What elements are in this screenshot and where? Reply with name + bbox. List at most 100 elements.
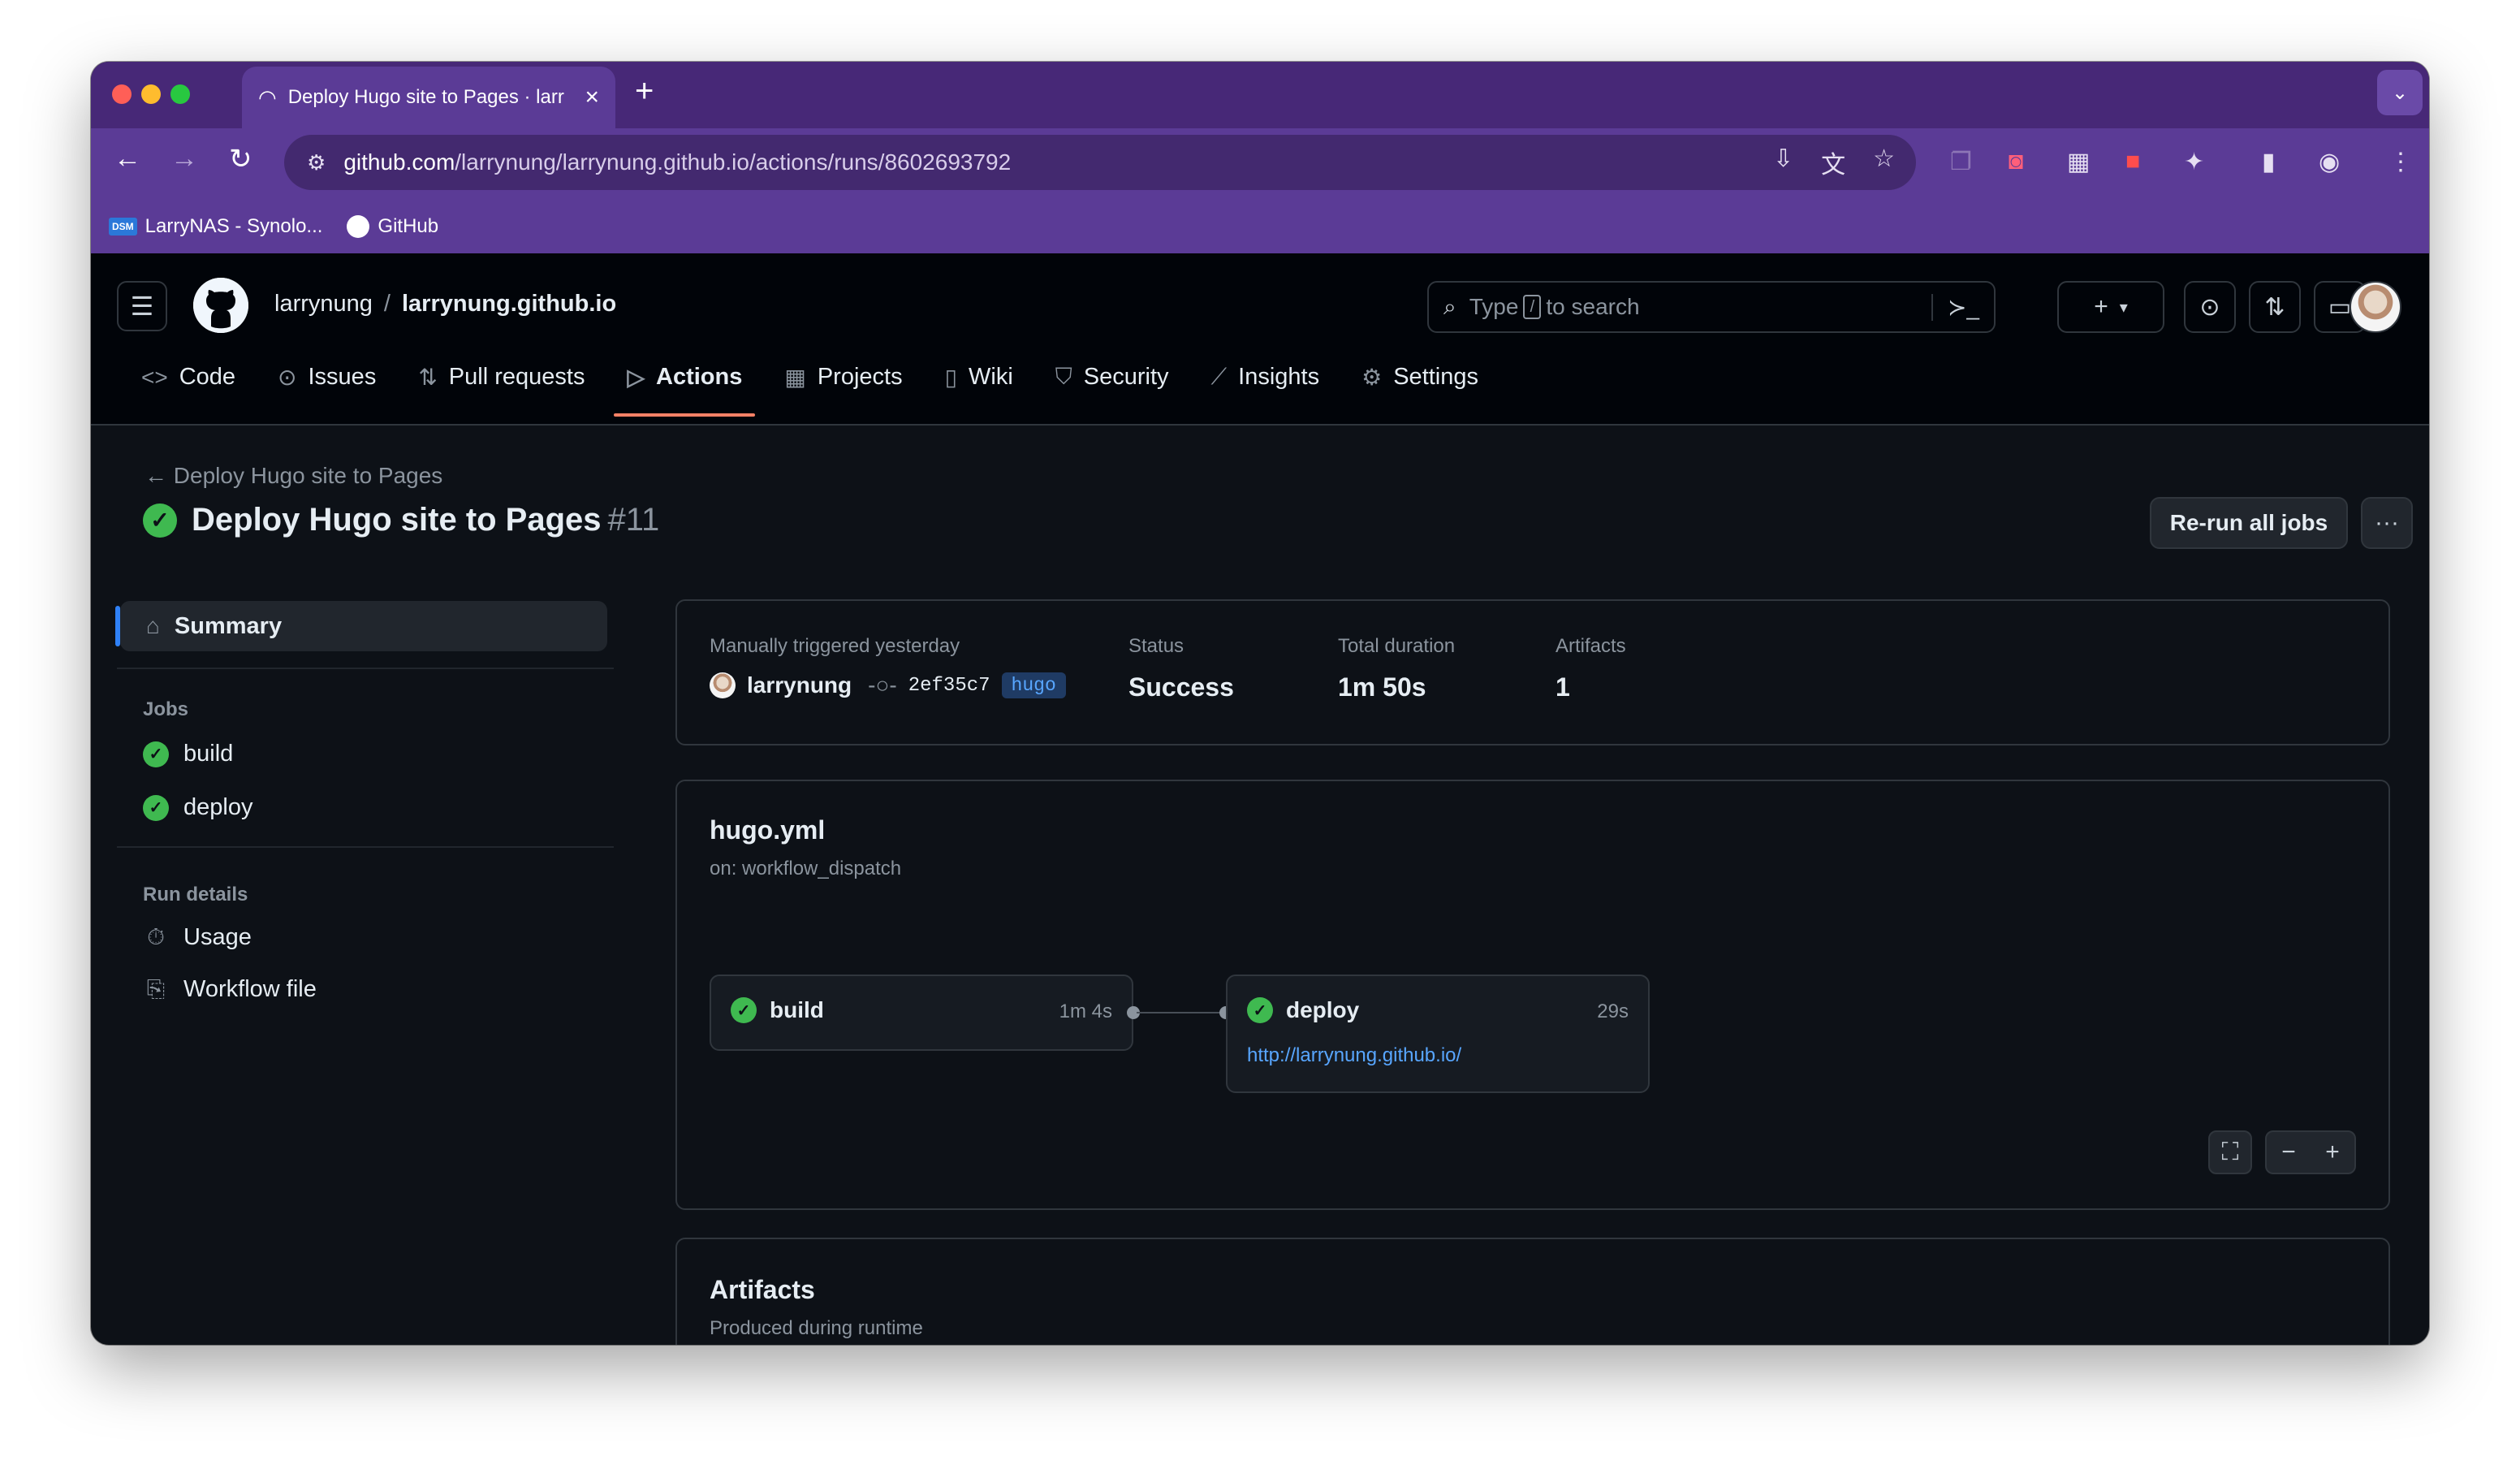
user-avatar[interactable] bbox=[2350, 281, 2401, 333]
job-card-build[interactable]: ✓ build 1m 4s bbox=[710, 975, 1133, 1051]
home-icon: ⌂ bbox=[146, 613, 160, 638]
job-card-deploy[interactable]: ✓ deploy 29s http://larrynung.github.io/ bbox=[1226, 975, 1650, 1093]
job-duration: 1m 4s bbox=[1059, 1000, 1112, 1022]
branch-badge[interactable]: hugo bbox=[1001, 672, 1066, 698]
browser-tab[interactable]: ◠ Deploy Hugo site to Pages · larrynung/… bbox=[242, 67, 615, 128]
success-check-icon: ✓ bbox=[143, 503, 177, 538]
reload-icon[interactable]: ↻ bbox=[229, 143, 252, 175]
back-icon[interactable]: ← bbox=[114, 143, 141, 175]
bookmark-github[interactable]: GitHub bbox=[347, 215, 438, 238]
jobs-heading: Jobs bbox=[143, 698, 189, 720]
code-icon: <> bbox=[141, 364, 168, 390]
repo-name-link[interactable]: larrynung.github.io bbox=[402, 291, 616, 317]
deployment-url-link[interactable]: http://larrynung.github.io/ bbox=[1247, 1044, 1461, 1067]
tab-security[interactable]: ⛉ Security bbox=[1042, 356, 1182, 417]
workflow-graph-panel: hugo.yml on: workflow_dispatch ✓ build 1m… bbox=[675, 780, 2390, 1210]
site-info-icon[interactable]: ⚙ bbox=[307, 150, 326, 175]
success-check-icon: ✓ bbox=[143, 794, 169, 821]
page-title: ✓ Deploy Hugo site to Pages #11 bbox=[143, 502, 659, 538]
owner-link[interactable]: larrynung bbox=[274, 291, 373, 317]
translate-icon[interactable]: 文 bbox=[1821, 145, 1845, 180]
tab-code[interactable]: <> Code bbox=[128, 356, 248, 417]
qr-code-icon[interactable]: ▦ bbox=[2067, 148, 2090, 176]
loading-icon: ◠ bbox=[258, 84, 277, 110]
pull-requests-icon[interactable]: ⇅ bbox=[2249, 281, 2301, 333]
browser-toolbar: ← → ↻ ⚙ github.com/larrynung/larrynung.g… bbox=[91, 128, 2429, 200]
tab-actions[interactable]: ▷ Actions bbox=[614, 356, 756, 417]
tab-projects[interactable]: ▦ Projects bbox=[771, 356, 915, 417]
github-logo-icon[interactable] bbox=[193, 278, 248, 333]
search-input[interactable]: ⌕ Type / to search ≻_ bbox=[1427, 281, 1996, 333]
job-duration: 29s bbox=[1597, 1000, 1629, 1022]
command-palette-icon[interactable]: ≻_ bbox=[1931, 293, 1979, 321]
close-tab-icon[interactable]: × bbox=[585, 84, 599, 111]
artifacts-count[interactable]: 1 bbox=[1556, 672, 1626, 702]
hamburger-menu-button[interactable]: ☰ bbox=[117, 281, 167, 331]
create-new-button[interactable]: + ▾ bbox=[2057, 281, 2164, 333]
browser-menu-icon[interactable]: ⋮ bbox=[2388, 148, 2413, 176]
sidebar-job-deploy[interactable]: ✓ deploy bbox=[143, 794, 252, 821]
tab-settings[interactable]: ⚙ Settings bbox=[1348, 356, 1491, 417]
workflow-file-name: hugo.yml bbox=[710, 815, 826, 845]
fullscreen-icon[interactable]: ⛶ bbox=[2208, 1130, 2252, 1174]
forward-icon[interactable]: → bbox=[170, 143, 198, 175]
graph-icon: ⟋ bbox=[1210, 364, 1228, 389]
play-icon: ▷ bbox=[627, 365, 645, 390]
url-text[interactable]: github.com/larrynung/larrynung.github.io… bbox=[343, 149, 1011, 175]
success-check-icon: ✓ bbox=[1247, 997, 1273, 1023]
issues-icon[interactable]: ⊙ bbox=[2184, 281, 2236, 333]
pull-request-icon: ⇅ bbox=[418, 365, 438, 390]
side-panel-icon[interactable]: ▮ bbox=[2262, 148, 2276, 176]
more-options-button[interactable]: ··· bbox=[2361, 497, 2413, 549]
sidebar-item-workflow-file[interactable]: ⎘ Workflow file bbox=[143, 976, 317, 1003]
repo-breadcrumb: larrynung / larrynung.github.io bbox=[274, 291, 617, 317]
address-bar[interactable]: ⚙ github.com/larrynung/larrynung.github.… bbox=[284, 135, 1916, 190]
new-tab-button[interactable]: + bbox=[635, 73, 654, 110]
close-window-button[interactable] bbox=[112, 84, 132, 104]
zoom-window-button[interactable] bbox=[170, 84, 190, 104]
table-icon: ▦ bbox=[784, 365, 806, 390]
sidebar-job-build[interactable]: ✓ build bbox=[143, 741, 233, 767]
artifacts-info: Artifacts 1 bbox=[1556, 635, 1626, 702]
tab-pull-requests[interactable]: ⇅ Pull requests bbox=[405, 356, 598, 417]
bookmark-larrynas[interactable]: DSM LarryNAS - Synolo... bbox=[109, 215, 322, 238]
divider bbox=[117, 846, 614, 848]
actor-link[interactable]: larrynung bbox=[747, 672, 852, 698]
success-check-icon: ✓ bbox=[731, 997, 757, 1023]
tab-strip: ◠ Deploy Hugo site to Pages · larrynung/… bbox=[91, 62, 2429, 128]
back-to-workflow-link[interactable]: ← Deploy Hugo site to Pages bbox=[145, 463, 442, 489]
tab-insights[interactable]: ⟋ Insights bbox=[1198, 356, 1333, 417]
stopwatch-icon: ⏱ bbox=[147, 924, 165, 949]
gear-icon: ⚙ bbox=[1361, 365, 1383, 390]
success-check-icon: ✓ bbox=[143, 741, 169, 767]
book-icon: ▯ bbox=[944, 365, 957, 390]
repo-nav: <> Code ⊙ Issues ⇅ Pull requests ▷ Actions ▦… bbox=[128, 356, 1508, 417]
bookmarks-bar: DSM LarryNAS - Synolo... GitHub bbox=[91, 200, 2429, 253]
shield-icon: ⛉ bbox=[1055, 364, 1072, 389]
sidebar-item-summary[interactable]: ⌂ Summary bbox=[115, 601, 607, 651]
pocket-icon[interactable]: ◙ bbox=[2009, 148, 2023, 175]
zoom-out-icon[interactable]: − bbox=[2267, 1139, 2311, 1166]
sidebar-item-usage[interactable]: ⏱ Usage bbox=[143, 924, 252, 951]
duration-value: 1m 50s bbox=[1338, 672, 1426, 702]
run-details-heading: Run details bbox=[143, 884, 248, 905]
minimize-window-button[interactable] bbox=[141, 84, 161, 104]
zoom-in-icon[interactable]: + bbox=[2311, 1139, 2354, 1166]
issue-icon: ⊙ bbox=[278, 365, 297, 390]
extension-red-icon[interactable]: ■ bbox=[2125, 148, 2140, 175]
dsm-icon: DSM bbox=[109, 218, 137, 236]
zoom-controls: − + bbox=[2265, 1130, 2356, 1174]
rerun-all-jobs-button[interactable]: Re-run all jobs bbox=[2150, 497, 2348, 549]
search-icon: ⌕ bbox=[1443, 293, 1456, 319]
install-app-icon[interactable]: ⇩ bbox=[1773, 145, 1793, 180]
tab-issues[interactable]: ⊙ Issues bbox=[265, 356, 389, 417]
tab-search-button[interactable]: ⌄ bbox=[2377, 70, 2423, 115]
duration-info: Total duration 1m 50s bbox=[1338, 635, 1456, 702]
profile-avatar[interactable]: ◉ bbox=[2319, 148, 2340, 176]
extensions-puzzle-icon[interactable]: ✦ bbox=[2184, 148, 2204, 176]
browser-window: ◠ Deploy Hugo site to Pages · larrynung/… bbox=[91, 62, 2429, 1345]
tab-wiki[interactable]: ▯ Wiki bbox=[932, 356, 1026, 417]
bookmark-star-icon[interactable]: ☆ bbox=[1873, 145, 1895, 180]
copy-extension-icon[interactable]: ❐ bbox=[1950, 148, 1972, 176]
commit-sha-link[interactable]: 2ef35c7 bbox=[908, 675, 990, 697]
